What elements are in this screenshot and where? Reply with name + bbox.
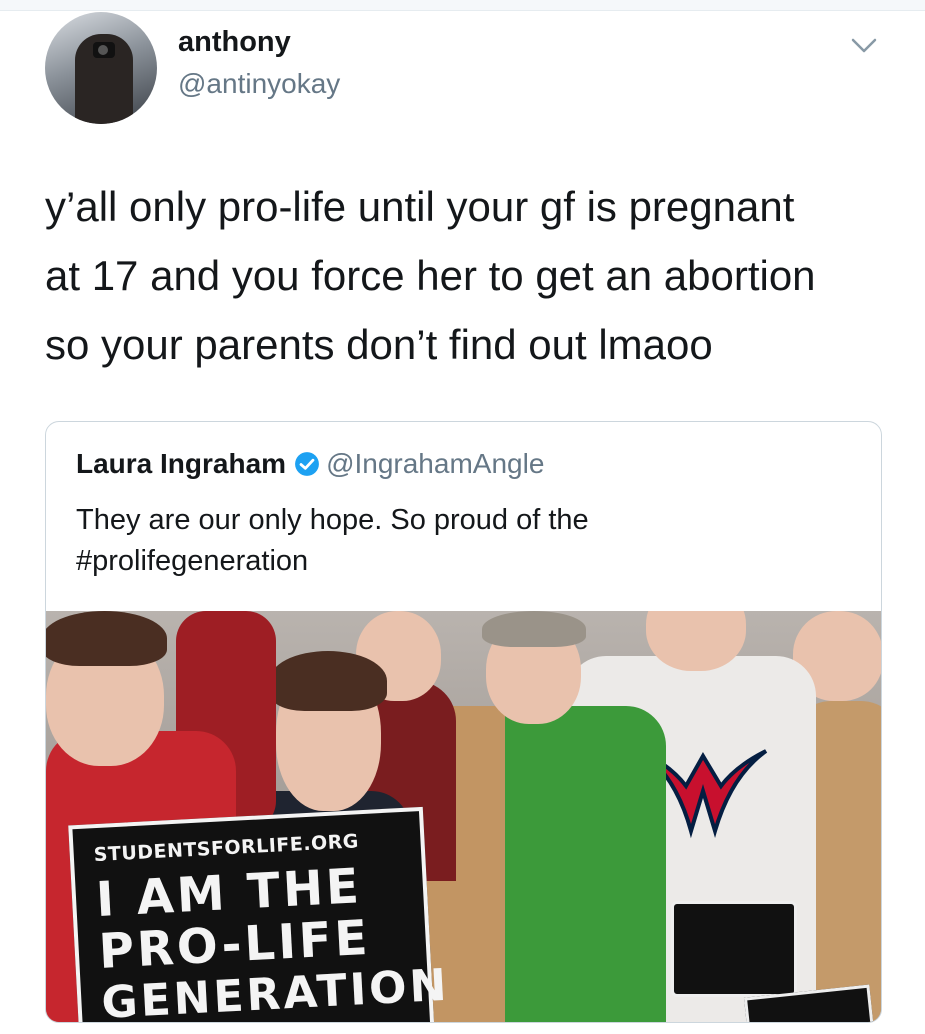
tweet-line: so your parents don’t find out lmaoo — [45, 321, 713, 368]
verified-badge-icon — [295, 452, 319, 476]
camera-icon — [93, 42, 115, 58]
quoted-photo[interactable]: STUDENTSFORLIFE.ORG I AM THE PRO-LIFE GE… — [46, 611, 881, 1022]
tweet-line: at 17 and you force her to get an aborti… — [45, 252, 816, 299]
quoted-author-handle: @IngrahamAngle — [326, 448, 545, 479]
pro-life-sign: STUDENTSFORLIFE.ORG I AM THE PRO-LIFE GE… — [68, 806, 451, 1022]
quoted-tweet-card[interactable]: Laura Ingraham @IngrahamAngle They are o… — [45, 421, 882, 1023]
top-divider — [0, 0, 925, 11]
background-sign — [671, 901, 797, 997]
author-name[interactable]: anthony — [178, 26, 291, 59]
chevron-down-icon[interactable] — [850, 36, 878, 56]
quoted-header: Laura Ingraham @IngrahamAngle — [76, 448, 544, 480]
avatar[interactable] — [45, 12, 157, 124]
tweet-text: y’all only pro-life until your gf is pre… — [45, 172, 895, 379]
quoted-author-name: Laura Ingraham — [76, 448, 287, 479]
quoted-line: They are our only hope. So proud of the — [76, 504, 589, 536]
quoted-text: They are our only hope. So proud of the … — [76, 500, 856, 582]
tweet-line: y’all only pro-life until your gf is pre… — [45, 183, 795, 230]
quoted-hashtag[interactable]: #prolifegeneration — [76, 541, 856, 582]
author-handle[interactable]: @antinyokay — [178, 68, 340, 100]
